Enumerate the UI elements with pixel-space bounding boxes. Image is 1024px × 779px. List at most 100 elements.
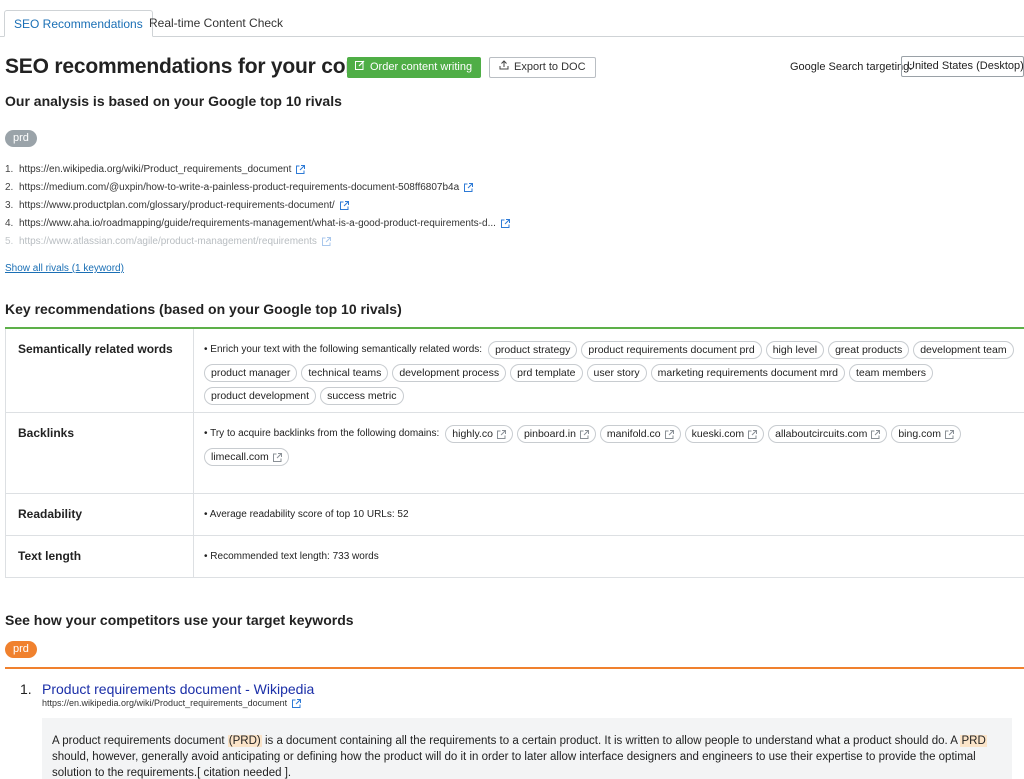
tab-realtime-content-check[interactable]: Real-time Content Check [140,10,292,37]
semantic-word-tag: product strategy [488,341,578,359]
external-link-icon[interactable] [579,429,589,439]
order-content-writing-button[interactable]: Order content writing [347,57,482,78]
semantic-word-tag: development team [913,341,1014,359]
rival-number: 1. [5,163,14,175]
divider [5,667,1024,669]
result-url-text[interactable]: https://en.wikipedia.org/wiki/Product_re… [42,698,287,708]
backlink-domain-tag[interactable]: bing.com [891,425,961,443]
row-heading: Text length [6,536,194,577]
external-link-icon[interactable] [871,429,881,439]
domain-label: kueski.com [691,428,745,440]
rivals-list: 1. https://en.wikipedia.org/wiki/Product… [5,160,510,250]
readability-text: • Average readability score of top 10 UR… [204,509,409,520]
row-heading: Semantically related words [6,329,194,412]
domain-label: limecall.com [211,451,269,463]
semantic-word-tag: prd template [510,364,583,382]
rival-url[interactable]: https://medium.com/@uxpin/how-to-write-a… [19,182,459,193]
external-link-icon[interactable] [944,429,954,439]
semantic-word-tag: development process [392,364,507,382]
semantic-word-tag: high level [765,341,825,359]
key-recommendations-title: Key recommendations (based on your Googl… [5,301,402,317]
result-number: 1. [20,681,32,697]
external-link-icon[interactable] [272,452,282,462]
export-to-doc-label: Export to DOC [514,61,586,73]
external-link-icon[interactable] [464,182,474,192]
tab-bar: SEO Recommendations Real-time Content Ch… [0,10,1024,37]
targeting-value: United States (Desktop) [907,60,1024,72]
rival-url[interactable]: https://www.atlassian.com/agile/product-… [19,236,317,247]
show-all-rivals-link[interactable]: Show all rivals (1 keyword) [5,263,124,274]
keyword-highlight: (PRD) [227,735,262,747]
result-url: https://en.wikipedia.org/wiki/Product_re… [42,698,302,708]
table-row: Backlinks • Try to acquire backlinks fro… [5,413,1024,494]
semantic-word-tag: marketing requirements document mrd [650,364,845,382]
semantic-words: • Enrich your text with the following se… [204,341,1014,405]
external-link-icon[interactable] [296,164,306,174]
backlinks-lead-text: • Try to acquire backlinks from the foll… [204,428,440,439]
list-item: 3. https://www.productplan.com/glossary/… [5,196,510,214]
snippet-text: A product requirements document [52,735,228,747]
semantic-word-tag: product manager [204,364,298,382]
backlink-domain-tag[interactable]: pinboard.in [516,425,596,443]
result-title-link[interactable]: Product requirements document - Wikipedi… [42,681,314,697]
semantic-lead-text: • Enrich your text with the following se… [204,344,483,355]
backlink-domain-tag[interactable]: allaboutcircuits.com [768,425,888,443]
external-link-icon[interactable] [321,236,331,246]
semantic-word-tag: technical teams [301,364,389,382]
external-link-icon[interactable] [748,429,758,439]
list-item: 2. https://medium.com/@uxpin/how-to-writ… [5,178,510,196]
rival-url[interactable]: https://www.productplan.com/glossary/pro… [19,200,335,211]
result-snippet: A product requirements document (PRD) is… [42,718,1012,779]
table-row: Text length • Recommended text length: 7… [5,536,1024,578]
semantic-word-tag: great products [828,341,910,359]
text-length-text: • Recommended text length: 733 words [204,551,379,562]
row-heading: Backlinks [6,413,194,493]
row-body: • Enrich your text with the following se… [194,329,1024,412]
backlink-domains: • Try to acquire backlinks from the foll… [204,425,1014,466]
rival-url[interactable]: https://en.wikipedia.org/wiki/Product_re… [19,164,291,175]
row-heading: Readability [6,494,194,535]
rival-url[interactable]: https://www.aha.io/roadmapping/guide/req… [19,218,496,229]
export-to-doc-button[interactable]: Export to DOC [489,57,596,78]
analysis-subtitle: Our analysis is based on your Google top… [5,93,342,109]
rival-number: 5. [5,235,14,247]
backlink-domain-tag[interactable]: manifold.co [599,425,681,443]
order-content-writing-label: Order content writing [370,61,473,73]
semantic-word-tag: product development [204,387,317,405]
external-link-icon[interactable] [500,218,510,228]
semantic-word-tag: success metric [320,387,404,405]
keyword-badge[interactable]: prd [5,641,37,658]
table-row: Readability • Average readability score … [5,494,1024,536]
row-body: • Try to acquire backlinks from the foll… [194,413,1024,493]
page-title: SEO recommendations for your content [5,55,396,78]
edit-icon [355,57,365,78]
external-link-icon[interactable] [292,698,302,708]
domain-label: manifold.co [606,428,661,440]
external-link-icon[interactable] [664,429,674,439]
backlink-domain-tag[interactable]: kueski.com [684,425,765,443]
domain-label: pinboard.in [523,428,576,440]
backlink-domain-tag[interactable]: highly.co [445,425,513,443]
semantic-word-tag: user story [586,364,647,382]
targeting-select[interactable]: United States (Desktop) ⌄ [901,56,1024,77]
domain-label: bing.com [898,428,941,440]
external-link-icon[interactable] [496,429,506,439]
keyword-highlight: PRD [960,735,987,747]
snippet-text: should, however, generally avoid anticip… [52,751,976,779]
semantic-word-tag: team members [848,364,933,382]
list-item: 4. https://www.aha.io/roadmapping/guide/… [5,214,510,232]
competitors-title: See how your competitors use your target… [5,612,354,628]
list-item: 1. https://en.wikipedia.org/wiki/Product… [5,160,510,178]
tab-seo-recommendations[interactable]: SEO Recommendations [4,10,153,37]
backlink-domain-tag[interactable]: limecall.com [204,448,289,466]
external-link-icon[interactable] [339,200,349,210]
semantic-word-tag: product requirements document prd [581,341,762,359]
rival-number: 3. [5,199,14,211]
domain-label: allaboutcircuits.com [775,428,868,440]
rival-number: 4. [5,217,14,229]
targeting-label: Google Search targeting: [790,61,913,73]
recommendations-table: Semantically related words • Enrich your… [5,327,1024,578]
domain-label: highly.co [452,428,493,440]
list-item: 5. https://www.atlassian.com/agile/produ… [5,232,510,250]
keyword-badge[interactable]: prd [5,130,37,147]
